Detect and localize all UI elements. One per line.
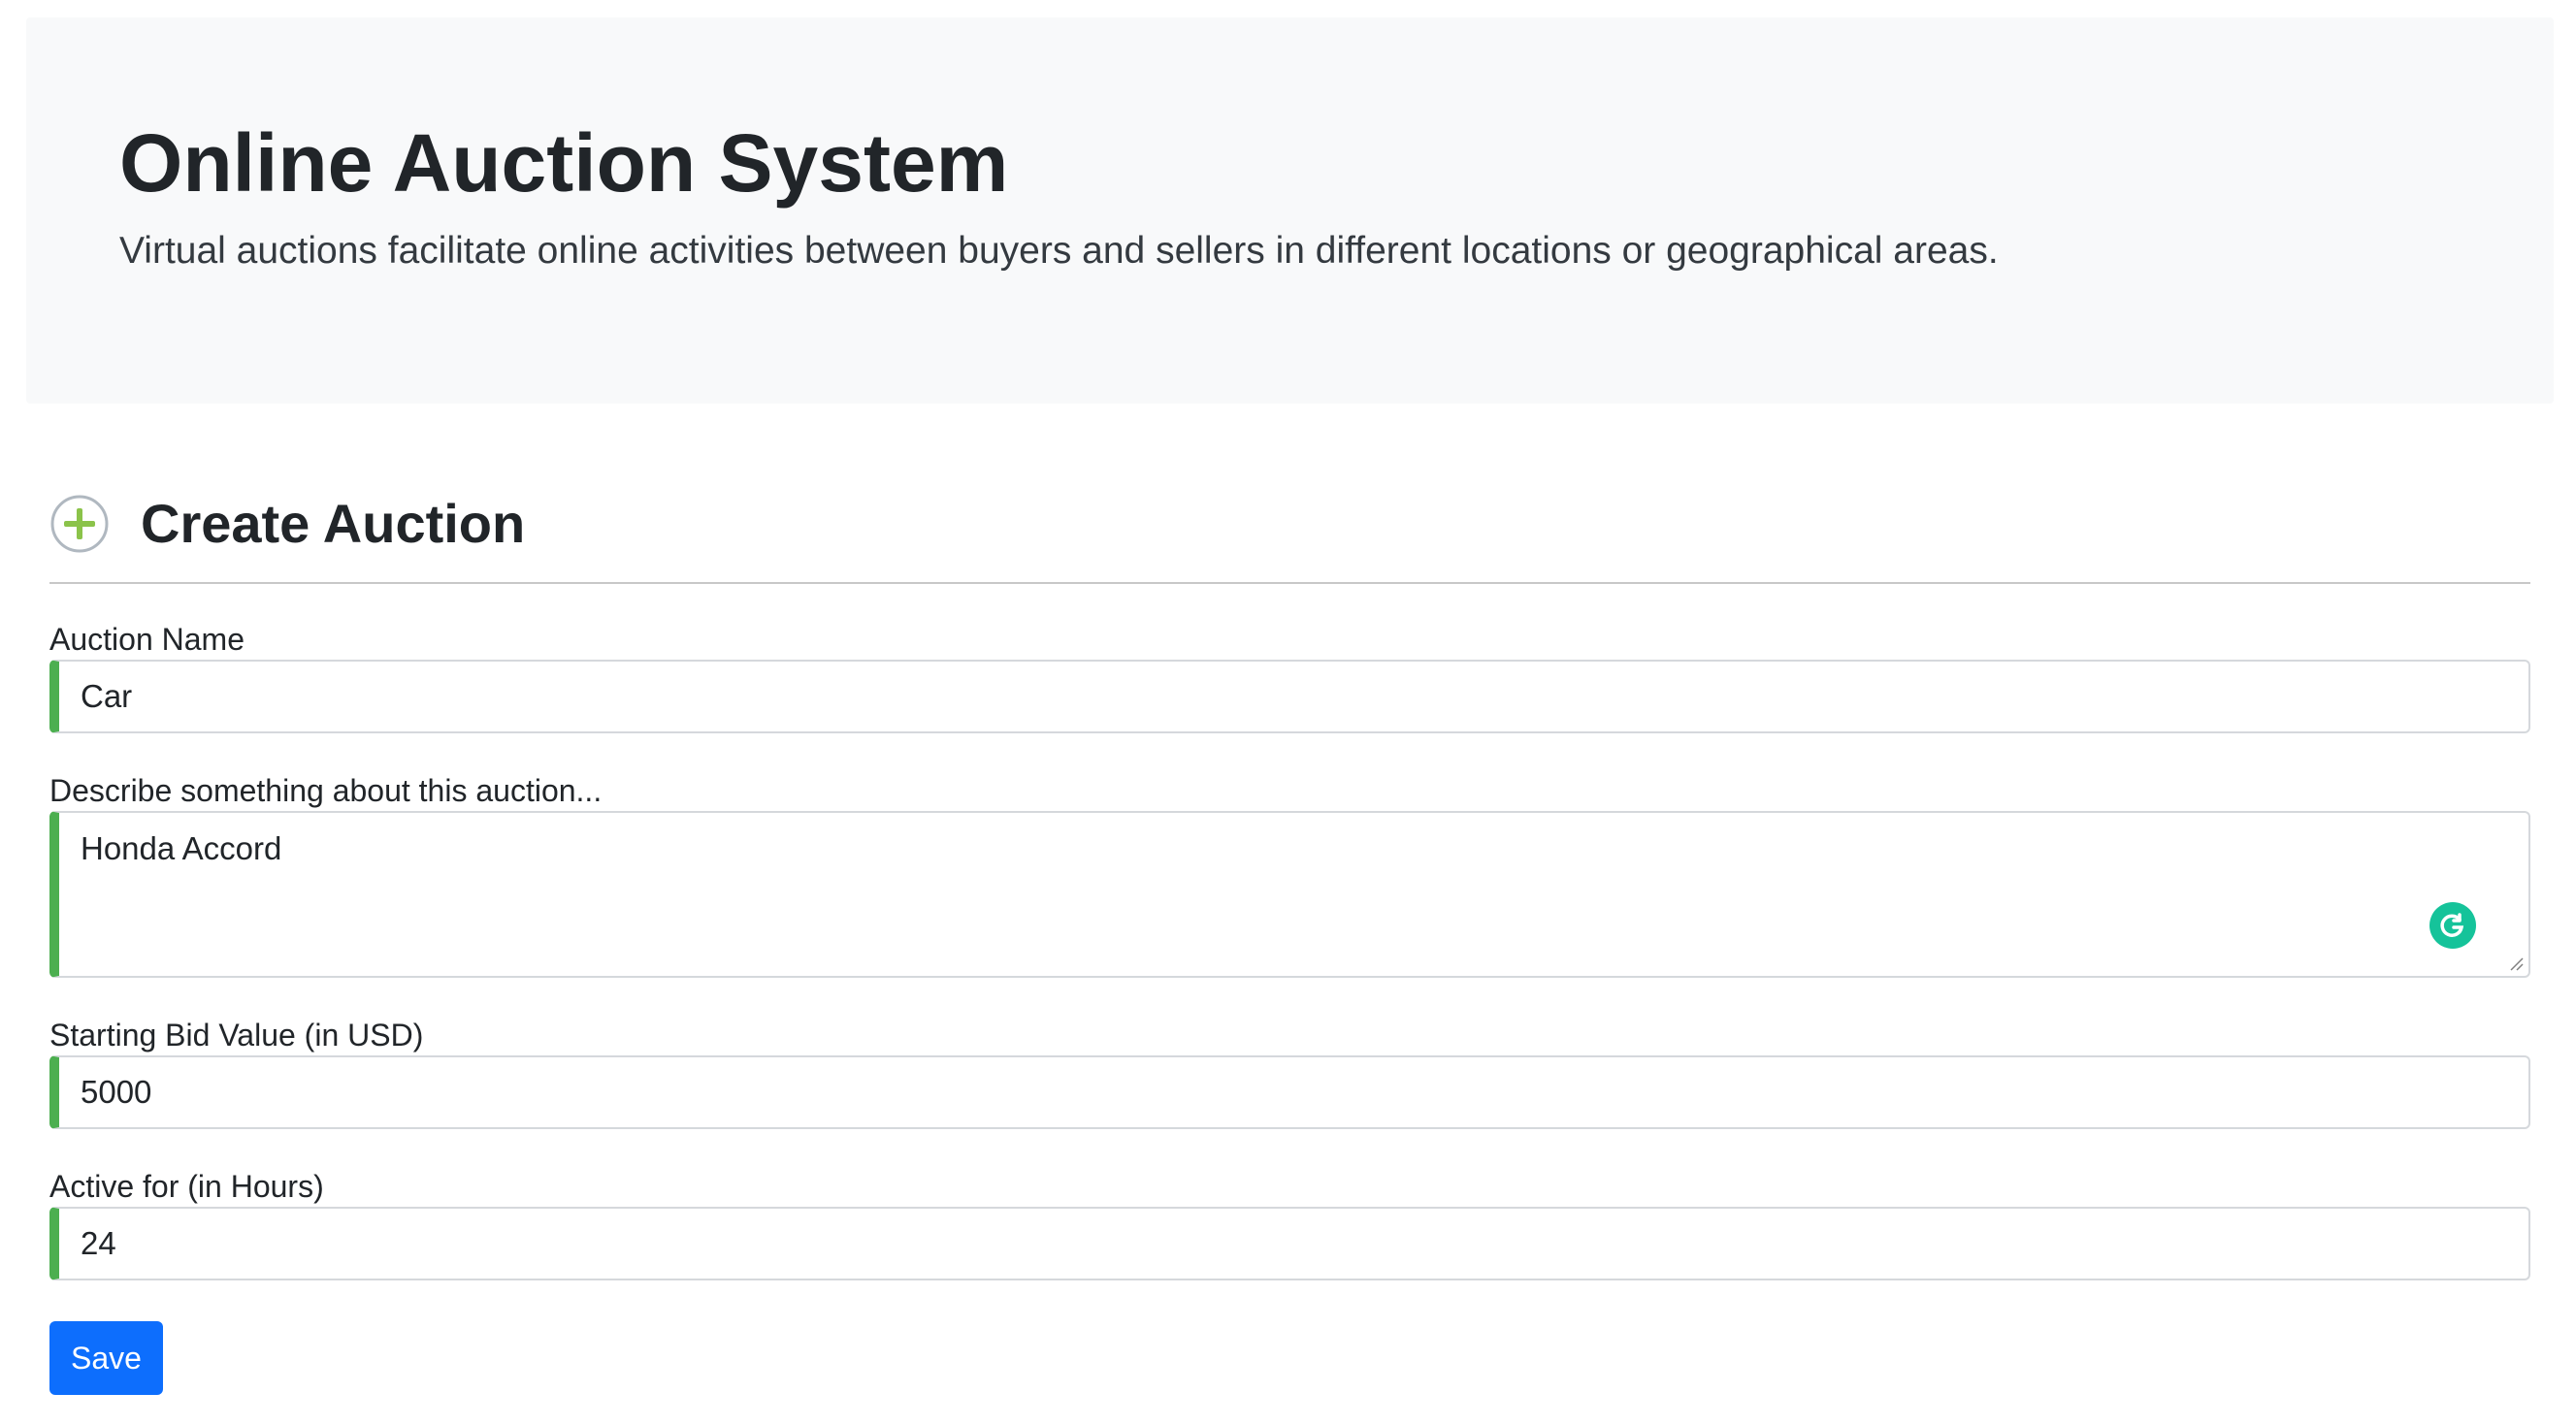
grammarly-g-glyph bbox=[2440, 913, 2464, 937]
active-for-label: Active for (in Hours) bbox=[49, 1169, 324, 1204]
section-divider bbox=[49, 582, 2530, 584]
starting-bid-input[interactable]: 5000 bbox=[49, 1055, 2530, 1129]
page-subtitle: Virtual auctions facilitate online activ… bbox=[119, 230, 1999, 272]
description-textarea[interactable]: Honda Accord bbox=[49, 811, 2530, 978]
auction-name-label: Auction Name bbox=[49, 622, 245, 657]
starting-bid-label: Starting Bid Value (in USD) bbox=[49, 1018, 424, 1053]
active-for-input[interactable]: 24 bbox=[49, 1207, 2530, 1280]
resize-handle-icon[interactable] bbox=[2507, 955, 2525, 972]
save-button[interactable]: Save bbox=[49, 1321, 163, 1395]
header-jumbotron: Online Auction System Virtual auctions f… bbox=[26, 17, 2554, 404]
page-title: Online Auction System bbox=[119, 117, 1009, 209]
grammarly-icon[interactable] bbox=[2429, 902, 2476, 949]
auction-name-input[interactable]: Car bbox=[49, 660, 2530, 733]
description-value: Honda Accord bbox=[81, 830, 282, 866]
active-for-value: 24 bbox=[81, 1225, 116, 1261]
description-label: Describe something about this auction... bbox=[49, 773, 603, 808]
section-title: Create Auction bbox=[141, 493, 526, 554]
starting-bid-value: 5000 bbox=[81, 1074, 152, 1110]
auction-name-value: Car bbox=[81, 678, 133, 714]
create-auction-header: Create Auction bbox=[49, 485, 525, 563]
plus-circle-icon bbox=[50, 495, 109, 553]
